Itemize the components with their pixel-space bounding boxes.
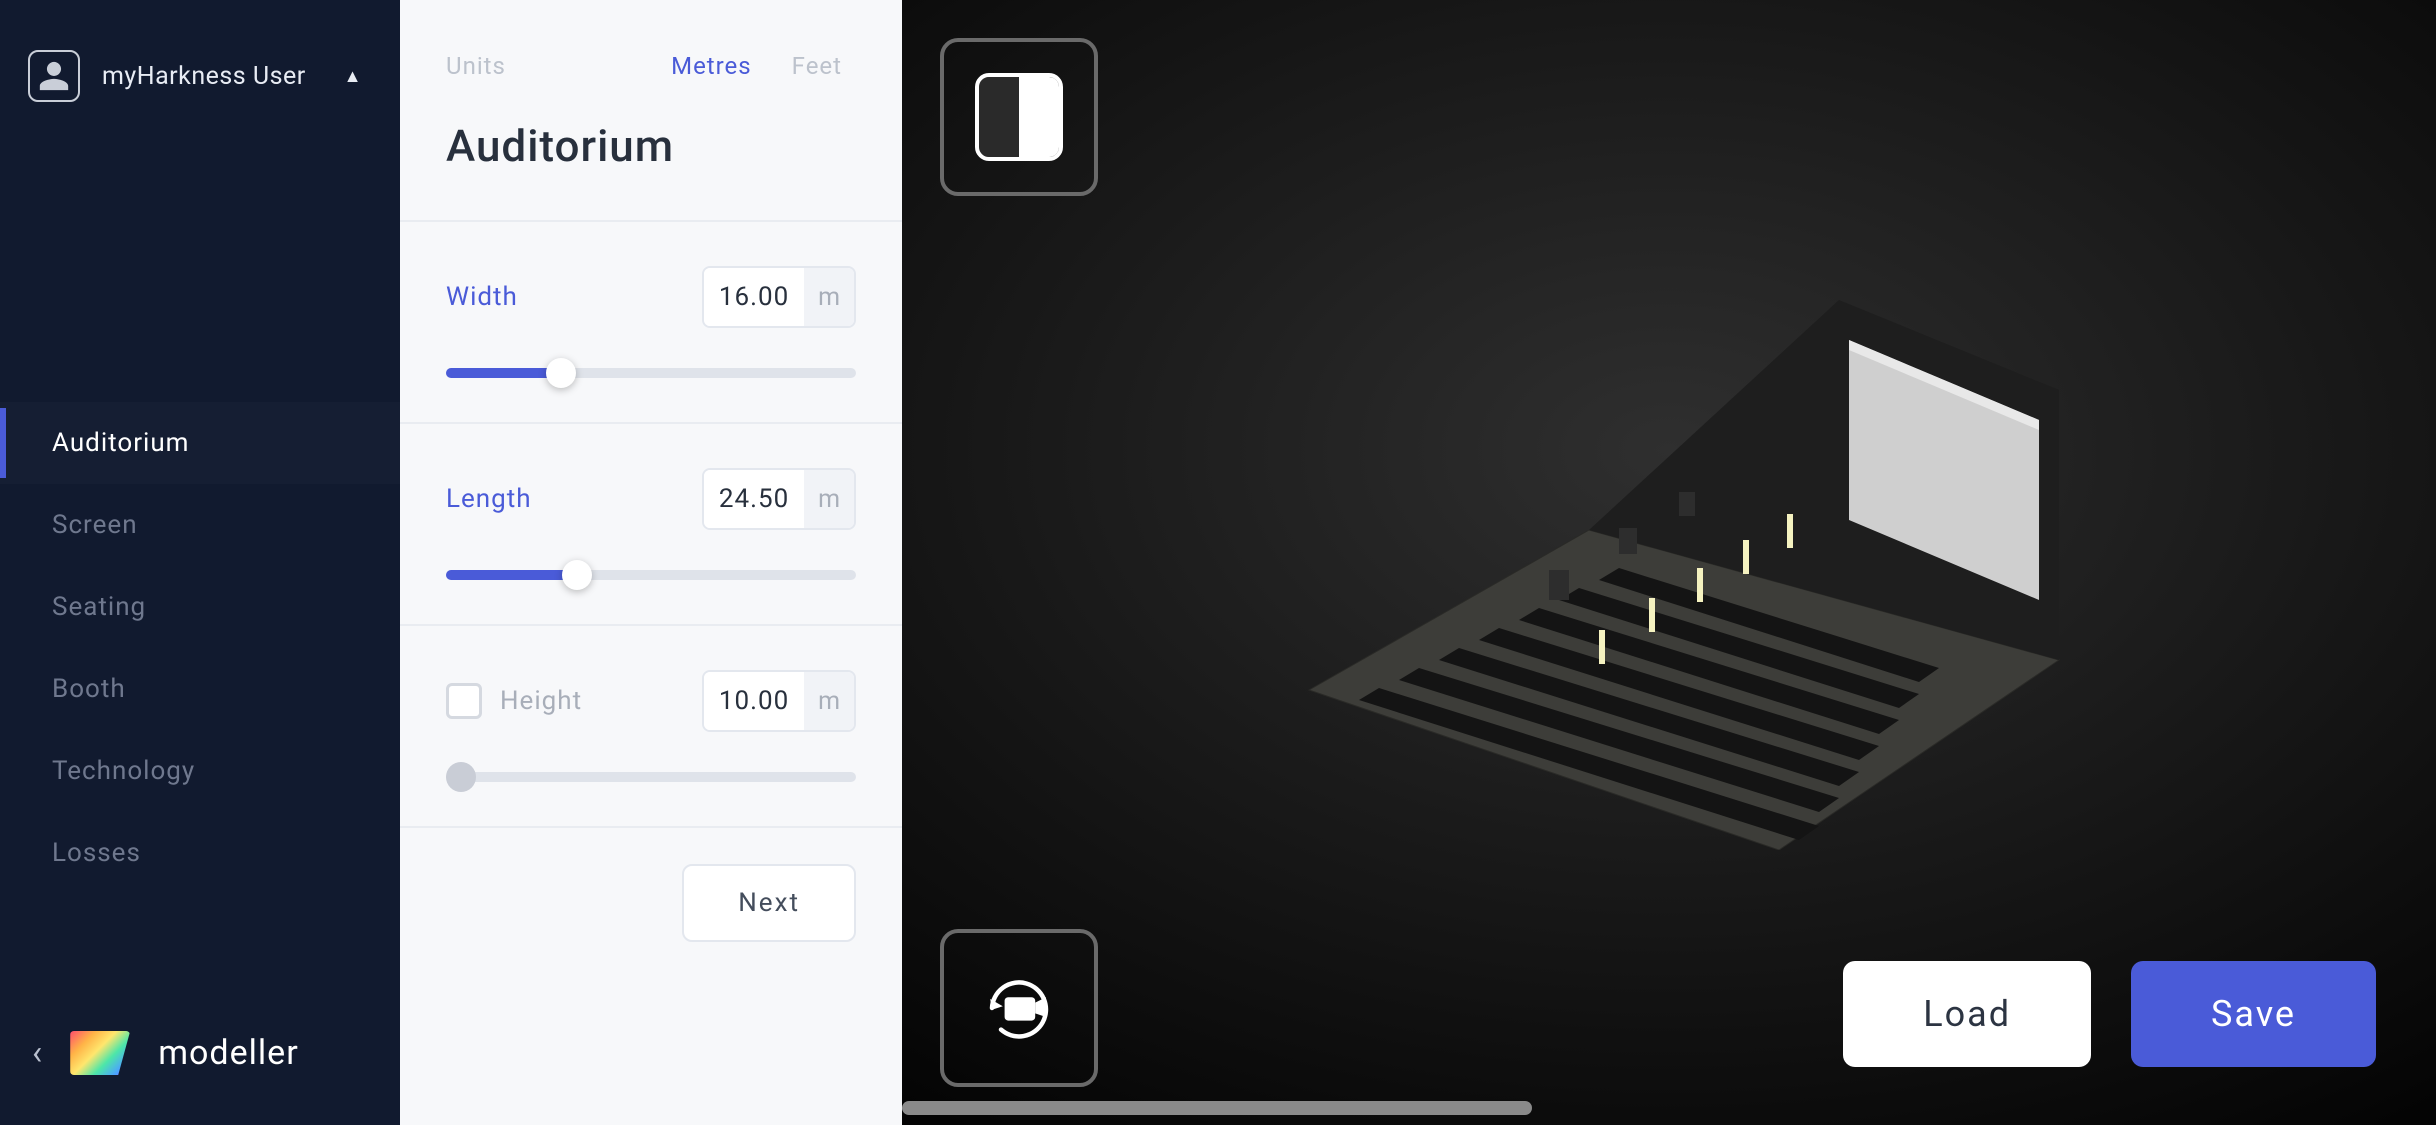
param-length-input-wrap: m xyxy=(702,468,856,530)
next-button[interactable]: Next xyxy=(682,864,856,942)
height-checkbox[interactable] xyxy=(446,683,482,719)
length-unit: m xyxy=(804,470,854,528)
param-height-label: Height xyxy=(500,686,684,716)
viewport-scrollbar[interactable] xyxy=(902,1101,2436,1115)
brand-row: ‹ modeller xyxy=(0,991,400,1125)
avatar-icon xyxy=(28,50,80,102)
viewport-actions: Load Save xyxy=(1843,961,2376,1067)
panel-title: Auditorium xyxy=(400,100,902,220)
param-width: Width m xyxy=(400,220,902,422)
unit-metres[interactable]: Metres xyxy=(671,52,752,80)
units-selector: Units Metres Feet xyxy=(400,0,902,100)
user-menu[interactable]: myHarkness User ▲ xyxy=(0,0,400,122)
param-height-input-wrap: m xyxy=(702,670,856,732)
settings-panel: Units Metres Feet Auditorium Width m Len… xyxy=(400,0,902,1125)
units-label: Units xyxy=(446,52,631,80)
next-row: Next xyxy=(400,826,902,978)
nav-item-seating[interactable]: Seating xyxy=(0,566,400,648)
width-slider[interactable] xyxy=(446,368,856,378)
length-slider[interactable] xyxy=(446,570,856,580)
brand-logo-icon xyxy=(70,1031,130,1075)
nav-item-losses[interactable]: Losses xyxy=(0,812,400,894)
user-name: myHarkness User xyxy=(102,62,306,91)
param-length-label: Length xyxy=(446,484,684,514)
height-unit: m xyxy=(804,672,854,730)
param-length: Length m xyxy=(400,422,902,624)
scrollbar-thumb[interactable] xyxy=(902,1101,1532,1115)
width-input[interactable] xyxy=(704,268,804,326)
nav-item-technology[interactable]: Technology xyxy=(0,730,400,812)
nav-item-screen[interactable]: Screen xyxy=(0,484,400,566)
height-slider[interactable] xyxy=(446,772,856,782)
nav-spacer xyxy=(0,122,400,402)
back-icon[interactable]: ‹ xyxy=(32,1033,42,1073)
param-height: Height m xyxy=(400,624,902,826)
param-width-label: Width xyxy=(446,282,684,312)
width-unit: m xyxy=(804,268,854,326)
viewport-3d[interactable]: Load Save xyxy=(902,0,2436,1125)
nav-list: Auditorium Screen Seating Booth Technolo… xyxy=(0,402,400,894)
camera-reset-button[interactable] xyxy=(940,929,1098,1087)
unit-feet[interactable]: Feet xyxy=(792,52,842,80)
load-button[interactable]: Load xyxy=(1843,961,2091,1067)
param-width-input-wrap: m xyxy=(702,266,856,328)
nav-item-booth[interactable]: Booth xyxy=(0,648,400,730)
length-input[interactable] xyxy=(704,470,804,528)
contrast-toggle[interactable] xyxy=(940,38,1098,196)
nav-item-auditorium[interactable]: Auditorium xyxy=(0,402,400,484)
contrast-icon xyxy=(979,77,1059,157)
save-button[interactable]: Save xyxy=(2131,961,2376,1067)
nav-sidebar: myHarkness User ▲ Auditorium Screen Seat… xyxy=(0,0,400,1125)
auditorium-scene xyxy=(1219,230,2119,850)
height-input[interactable] xyxy=(704,672,804,730)
caret-up-icon: ▲ xyxy=(344,66,362,87)
brand-name: modeller xyxy=(158,1033,299,1073)
